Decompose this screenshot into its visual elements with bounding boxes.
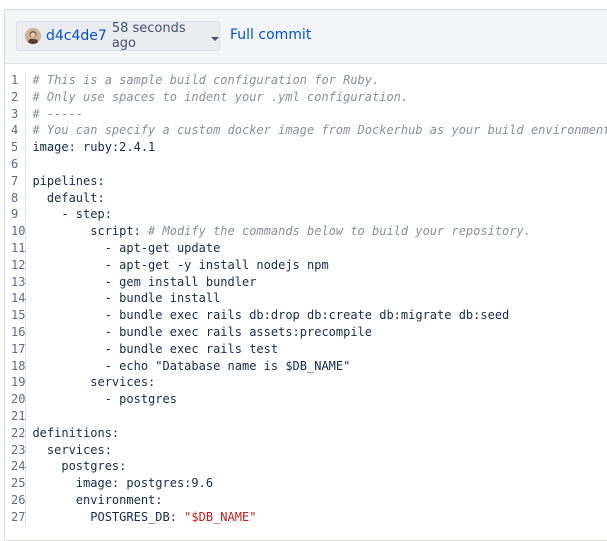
code-line: image: postgres:9.6 — [32, 475, 607, 492]
code-line: - apt-get -y install nodejs npm — [32, 257, 607, 274]
code-line: - bundle exec rails assets:precompile — [32, 324, 607, 341]
code-line: - bundle exec rails test — [32, 341, 607, 358]
code-line: - postgres — [32, 391, 607, 408]
code-text: - gem install bundler — [32, 274, 257, 289]
code-comment: # You can specify a custom docker image … — [32, 123, 607, 138]
line-number[interactable]: 11 — [11, 240, 25, 257]
code-line: services: — [32, 442, 607, 459]
code-lines: # This is a sample build configuration f… — [26, 72, 607, 526]
commit-hash[interactable]: d4c4de7 — [46, 28, 107, 44]
code-string: "$DB_NAME" — [184, 509, 257, 524]
code-text: image: ruby:2.4.1 — [32, 140, 156, 155]
line-number[interactable]: 16 — [11, 324, 25, 341]
code-text: script: — [32, 224, 149, 239]
line-number[interactable]: 7 — [11, 173, 25, 190]
code-viewer: 1 2 3 4 5 6 7 8 9 10 11 12 13 14 15 16 17 18 19 20 21 22 23 24 2… — [5, 64, 607, 526]
code-line: POSTGRES_DB: "$DB_NAME" — [32, 509, 607, 526]
line-number[interactable]: 8 — [11, 190, 25, 207]
code-text: image: postgres:9.6 — [32, 476, 214, 491]
code-comment: # Only use spaces to indent your .yml co… — [32, 89, 409, 104]
line-number[interactable]: 14 — [11, 290, 25, 307]
code-text: postgres: — [32, 459, 127, 474]
commit-header: d4c4de7 58 seconds ago Full commit — [5, 10, 607, 64]
code-line: - apt-get update — [32, 240, 607, 257]
full-commit-link[interactable]: Full commit — [230, 27, 311, 43]
line-number[interactable]: 3 — [11, 106, 25, 123]
code-text: - apt-get update — [32, 240, 221, 255]
line-number[interactable]: 1 — [11, 72, 25, 89]
line-number[interactable]: 17 — [11, 341, 25, 358]
chevron-down-icon[interactable] — [211, 27, 219, 46]
code-text: default: — [32, 190, 105, 205]
code-text: - apt-get -y install nodejs npm — [32, 257, 329, 272]
code-text: POSTGRES_DB: — [32, 509, 185, 524]
code-line: image: ruby:2.4.1 — [32, 139, 607, 156]
code-line: postgres: — [32, 458, 607, 475]
code-line: definitions: — [32, 425, 607, 442]
code-line: script: # Modify the commands below to b… — [32, 223, 607, 240]
code-line: services: — [32, 374, 607, 391]
line-number[interactable]: 24 — [11, 458, 25, 475]
code-text: pipelines: — [32, 173, 105, 188]
code-text: services: — [32, 375, 156, 390]
code-text: environment: — [32, 492, 163, 507]
line-number[interactable]: 9 — [11, 206, 25, 223]
line-number[interactable]: 27 — [11, 509, 25, 526]
code-line: # Only use spaces to indent your .yml co… — [32, 89, 607, 106]
line-number[interactable]: 19 — [11, 374, 25, 391]
code-line: - bundle install — [32, 290, 607, 307]
code-line: - echo "Database name is $DB_NAME" — [32, 358, 607, 375]
line-number[interactable]: 13 — [11, 274, 25, 291]
code-line: # You can specify a custom docker image … — [32, 122, 607, 139]
code-line: environment: — [32, 492, 607, 509]
line-number[interactable]: 26 — [11, 492, 25, 509]
line-number[interactable]: 25 — [11, 475, 25, 492]
line-number[interactable]: 6 — [11, 156, 25, 173]
commit-selector-button[interactable]: d4c4de7 58 seconds ago — [16, 21, 220, 51]
line-number[interactable]: 18 — [11, 358, 25, 375]
code-line: default: — [32, 190, 607, 207]
file-view-panel: d4c4de7 58 seconds ago Full commit 12345… — [4, 9, 607, 541]
code-text: - bundle exec rails db:drop db:create db… — [32, 308, 510, 323]
code-line: - step: — [32, 206, 607, 223]
code-line: - gem install bundler — [32, 274, 607, 291]
line-number[interactable]: 4 — [11, 122, 25, 139]
line-number[interactable]: 20 — [11, 391, 25, 408]
code-text: - echo "Database name is $DB_NAME" — [32, 358, 351, 373]
code-text: - bundle exec rails test — [32, 341, 279, 356]
line-number[interactable]: 15 — [11, 307, 25, 324]
code-text: - step: — [32, 207, 112, 222]
line-number[interactable]: 10 — [11, 223, 25, 240]
code-text: - bundle install — [32, 291, 221, 306]
code-text: services: — [32, 442, 112, 457]
line-number[interactable]: 12 — [11, 257, 25, 274]
code-line: # This is a sample build configuration f… — [32, 72, 607, 89]
line-number[interactable]: 5 — [11, 139, 25, 156]
code-text: - postgres — [32, 392, 177, 407]
line-number[interactable]: 2 — [11, 89, 25, 106]
line-number[interactable]: 22 — [11, 425, 25, 442]
line-number[interactable]: 21 — [11, 408, 25, 425]
line-number[interactable]: 23 — [11, 442, 25, 459]
code-comment: # Modify the commands below to build you… — [148, 224, 531, 239]
user-avatar — [25, 28, 41, 44]
code-comment: # ----- — [32, 106, 84, 121]
line-number-gutter: 1 2 3 4 5 6 7 8 9 10 11 12 13 14 15 16 17 18 19 20 21 22 23 24 2… — [5, 72, 27, 526]
code-line: pipelines: — [32, 173, 607, 190]
code-comment: # This is a sample build configuration f… — [32, 73, 380, 87]
code-line: - bundle exec rails db:drop db:create db… — [32, 307, 607, 324]
code-text: - bundle exec rails assets:precompile — [32, 324, 373, 339]
code-text: definitions: — [32, 425, 120, 440]
commit-time: 58 seconds ago — [111, 21, 186, 51]
code-line: # ----- — [32, 106, 607, 123]
